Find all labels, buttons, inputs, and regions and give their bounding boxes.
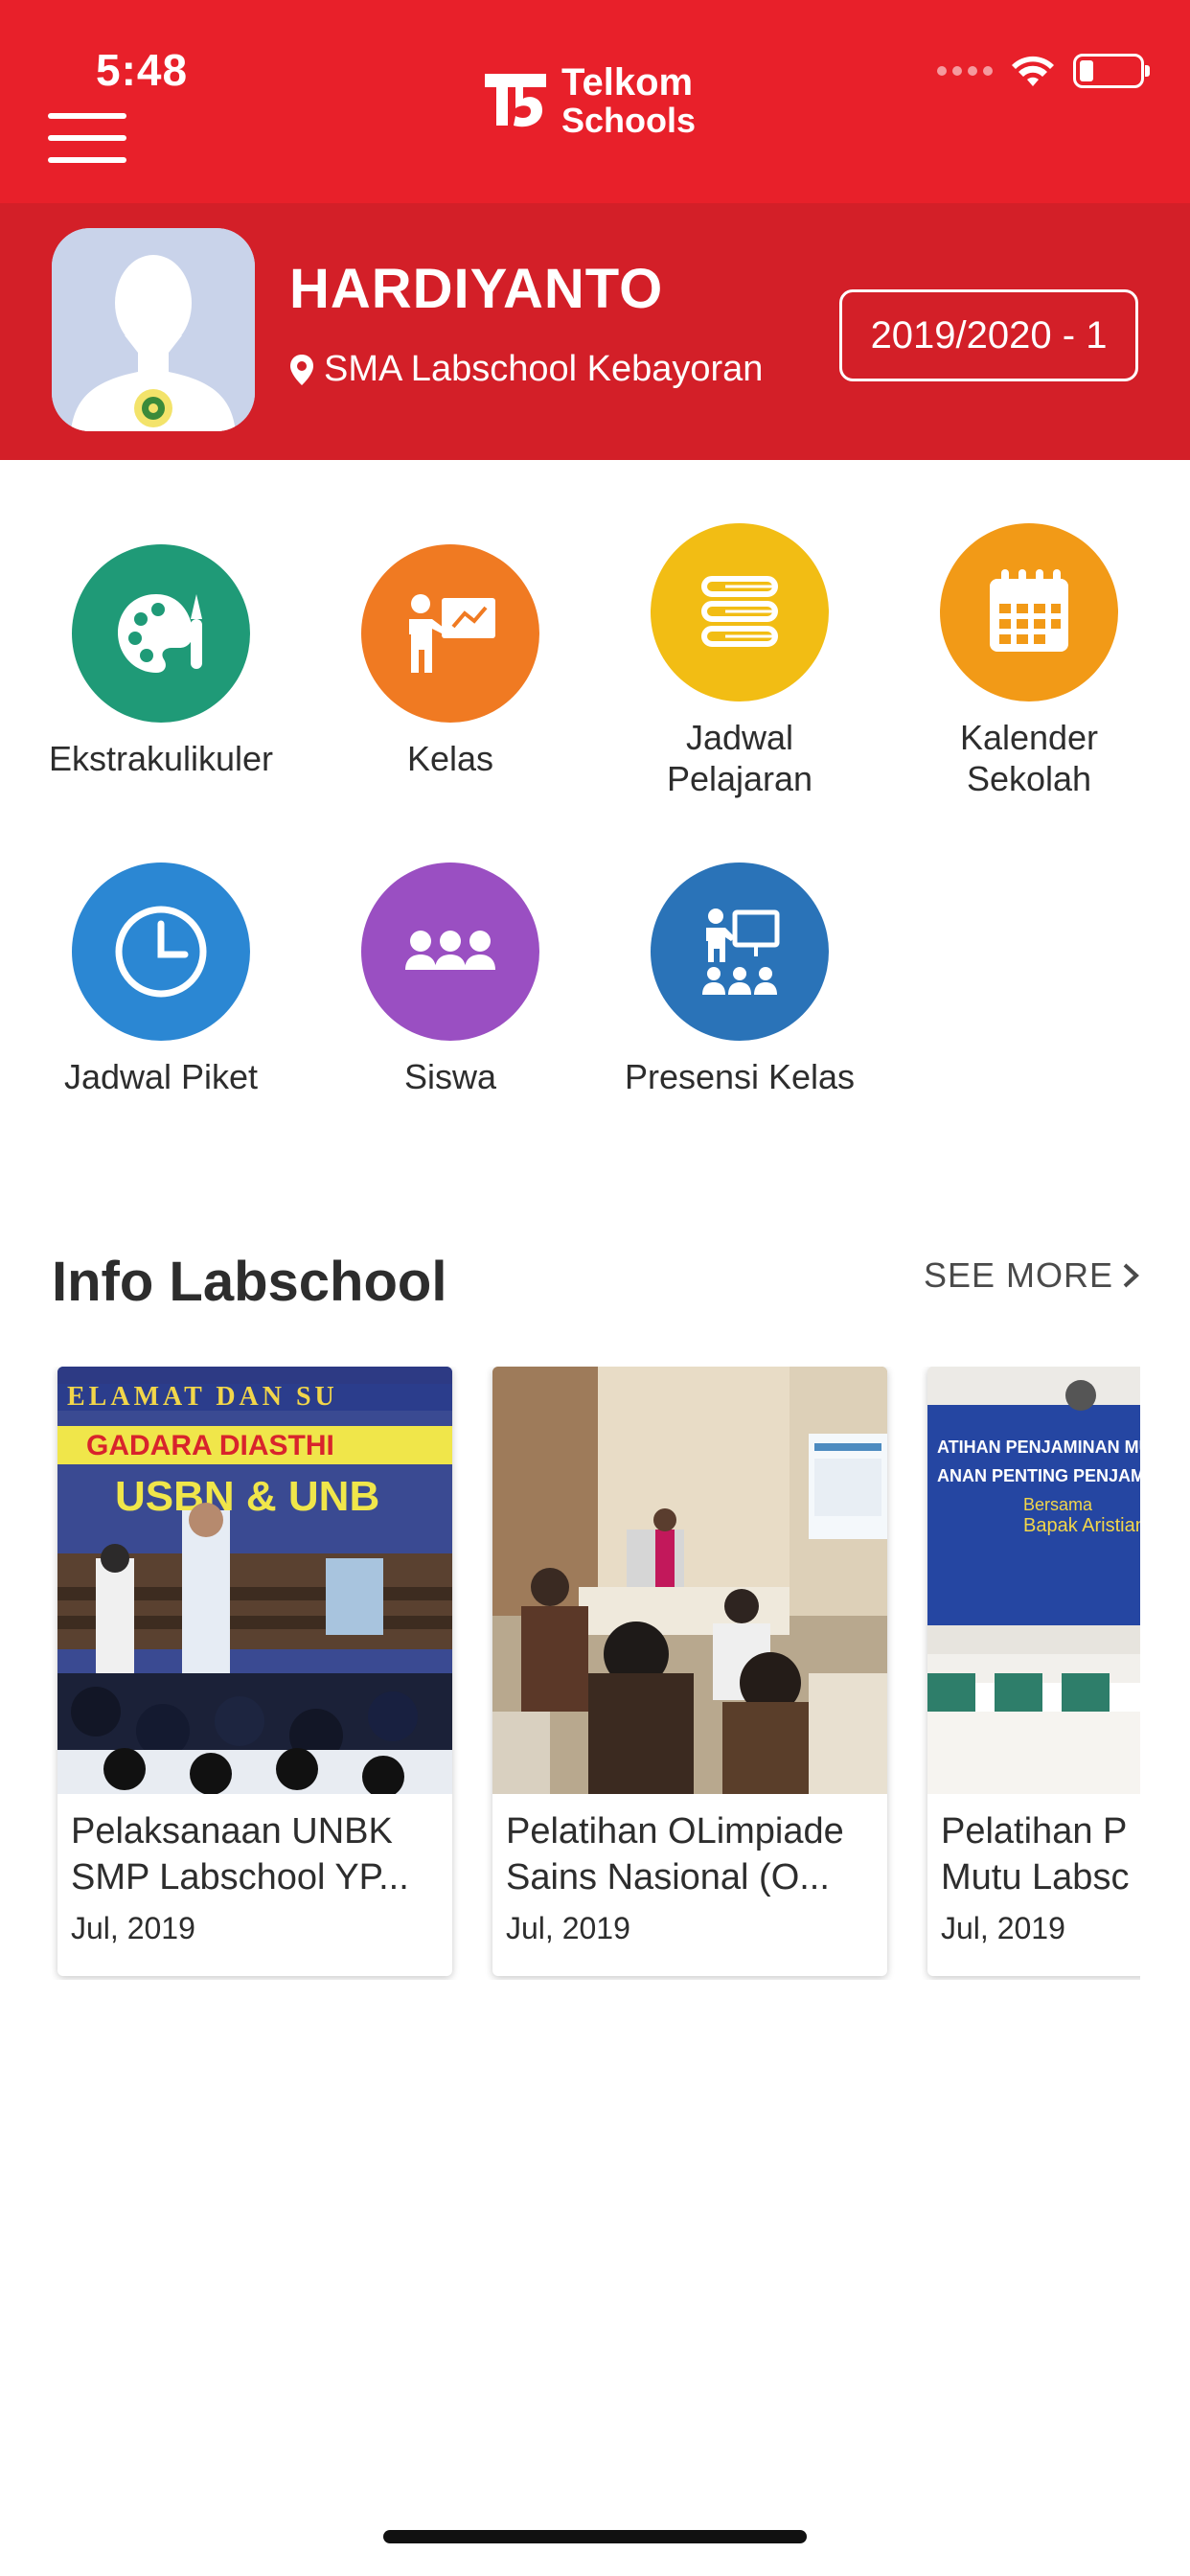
telkom-schools-logo: Telkom Schools — [481, 63, 696, 138]
card-title: Pelatihan OLimpiade Sains Nasional (O... — [506, 1809, 876, 1901]
svg-text:USBN & UNB: USBN & UNB — [115, 1473, 379, 1520]
card-title: Pelaksanaan UNBK SMP Labschool YP... — [71, 1809, 441, 1901]
card-title: Pelatihan P Mutu Labsc — [941, 1809, 1140, 1901]
svg-text:Bapak Aristian: Bapak Aristian — [1023, 1515, 1140, 1536]
class-presence-icon — [651, 862, 829, 1041]
see-more-label: SEE MORE — [924, 1255, 1114, 1295]
wifi-icon — [1012, 56, 1054, 86]
feature-menu-grid: Ekstrakulikuler Kelas Jadwal Pelajaran K… — [0, 460, 1190, 1131]
card-date: Jul, 2019 — [941, 1911, 1065, 1945]
menu-label-kelas: Kelas — [406, 739, 494, 778]
info-card[interactable]: Pelatihan OLimpiade Sains Nasional (O...… — [492, 1367, 887, 1976]
students-group-icon — [361, 862, 539, 1041]
menu-label-siswa: Siswa — [403, 1057, 497, 1096]
telkom-logo-icon — [485, 74, 546, 127]
books-stack-icon — [651, 523, 829, 702]
chevron-right-icon — [1123, 1263, 1140, 1288]
card-date: Jul, 2019 — [506, 1911, 630, 1945]
news-photo-pelatihan: ATIHAN PENJAMINAN MUTU G ANAN PENTING PE… — [927, 1367, 1140, 1794]
card-date: Jul, 2019 — [71, 1911, 195, 1945]
menu-label-kalender-sekolah: Kalender Sekolah — [959, 718, 1099, 799]
status-icons — [937, 54, 1150, 88]
menu-item-kalender-sekolah[interactable]: Kalender Sekolah — [884, 523, 1174, 799]
card-title-line-1: Pelatihan P — [941, 1811, 1128, 1852]
menu-item-ekstrakulikuler[interactable]: Ekstrakulikuler — [16, 544, 306, 779]
svg-text:ELAMAT DAN SU: ELAMAT DAN SU — [67, 1382, 338, 1412]
hamburger-menu-button[interactable] — [48, 113, 126, 163]
menu-item-kelas[interactable]: Kelas — [306, 544, 595, 779]
user-name: HARDIYANTO — [289, 258, 664, 320]
card-title-line-2: Mutu Labsc — [941, 1856, 1130, 1898]
svg-text:GADARA DIASTHI: GADARA DIASTHI — [86, 1430, 334, 1461]
person-silhouette-icon — [52, 228, 255, 431]
info-card[interactable]: ATIHAN PENJAMINAN MUTU G ANAN PENTING PE… — [927, 1367, 1140, 1976]
cellular-signal-icon — [937, 66, 993, 76]
top-app-bar: 5:48 Telkom Schools — [0, 0, 1190, 203]
logo-text-telkom: Telkom — [561, 61, 694, 104]
home-indicator[interactable] — [383, 2530, 807, 2543]
clock-icon — [72, 862, 250, 1041]
school-name: SMA Labschool Kebayoran — [289, 349, 763, 390]
palette-icon — [72, 544, 250, 723]
news-photo-unbk: ELAMAT DAN SU GADARA DIASTHI USBN & UNB — [57, 1367, 452, 1794]
school-name-label: SMA Labschool Kebayoran — [324, 349, 764, 389]
info-card[interactable]: ELAMAT DAN SU GADARA DIASTHI USBN & UNB — [57, 1367, 452, 1976]
logo-text-schools: Schools — [561, 101, 697, 140]
menu-label-ekstrakulikuler: Ekstrakulikuler — [48, 739, 274, 778]
card-title-line-1: Pelatihan OLimpiade — [506, 1811, 844, 1852]
menu-item-jadwal-piket[interactable]: Jadwal Piket — [16, 862, 306, 1097]
calendar-icon — [940, 523, 1118, 702]
avatar[interactable] — [52, 228, 255, 431]
menu-item-jadwal-pelajaran[interactable]: Jadwal Pelajaran — [595, 523, 884, 799]
info-section-title: Info Labschool — [52, 1251, 447, 1313]
svg-text:ANAN PENTING PENJAMINAN: ANAN PENTING PENJAMINAN — [937, 1466, 1140, 1485]
menu-item-presensi-kelas[interactable]: Presensi Kelas — [595, 862, 884, 1097]
location-pin-icon — [290, 354, 313, 385]
academic-year-selector[interactable]: 2019/2020 - 1 — [839, 289, 1138, 381]
profile-banner: HARDIYANTO SMA Labschool Kebayoran 2019/… — [0, 203, 1190, 460]
svg-text:ATIHAN PENJAMINAN MUTU G: ATIHAN PENJAMINAN MUTU G — [937, 1438, 1140, 1457]
menu-label-jadwal-piket: Jadwal Piket — [63, 1057, 259, 1096]
menu-item-siswa[interactable]: Siswa — [306, 862, 595, 1097]
card-title-line-2: Sains Nasional (O... — [506, 1856, 830, 1898]
status-time: 5:48 — [96, 45, 189, 95]
teacher-board-icon — [361, 544, 539, 723]
see-more-link[interactable]: SEE MORE — [924, 1255, 1140, 1296]
battery-icon — [1073, 54, 1150, 88]
menu-label-jadwal-pelajaran: Jadwal Pelajaran — [666, 718, 813, 799]
menu-label-presensi-kelas: Presensi Kelas — [624, 1057, 856, 1096]
svg-text:Bersama: Bersama — [1023, 1495, 1093, 1514]
news-photo-olimpiade — [492, 1367, 887, 1794]
card-title-line-2: SMP Labschool YP... — [71, 1856, 409, 1898]
info-cards-carousel[interactable]: ELAMAT DAN SU GADARA DIASTHI USBN & UNB — [0, 1367, 1140, 1980]
card-title-line-1: Pelaksanaan UNBK — [71, 1811, 393, 1852]
